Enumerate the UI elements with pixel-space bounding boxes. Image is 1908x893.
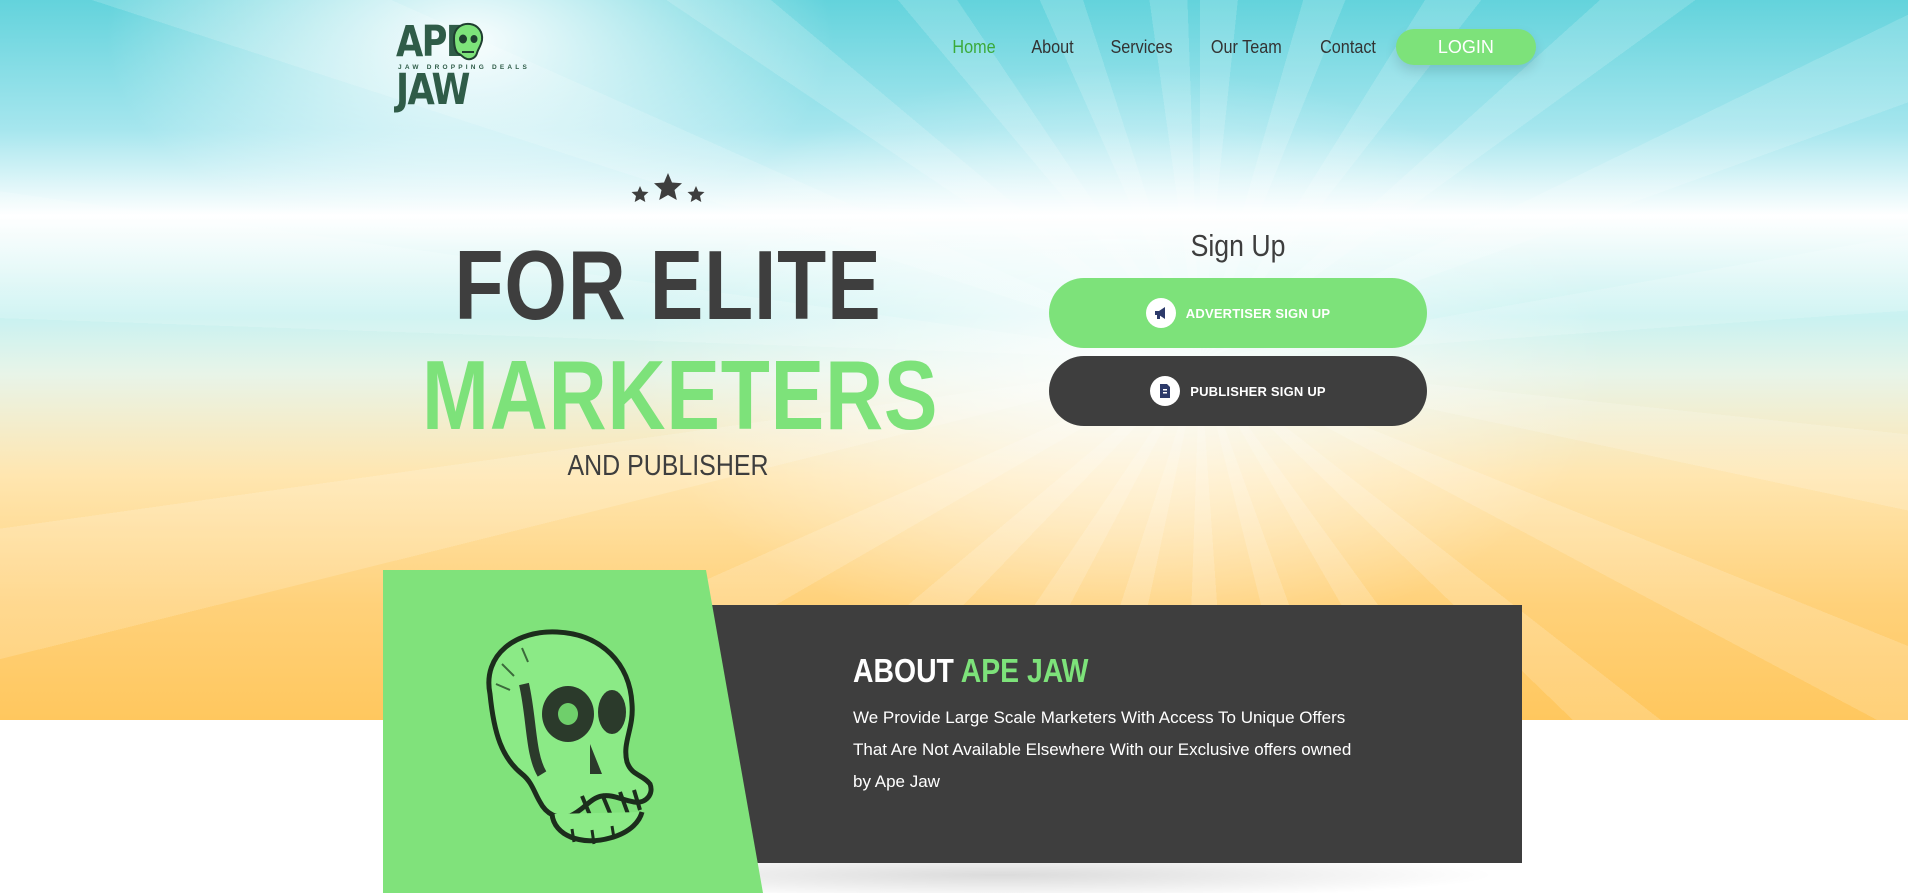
advertiser-signup-label: ADVERTISER SIGN UP — [1185, 305, 1331, 321]
nav-home[interactable]: Home — [952, 37, 995, 58]
hero-title-line2: MARKETERS — [422, 340, 939, 450]
logo[interactable]: APEJAW JAW DROPPING DEALS — [396, 18, 550, 114]
nav-our-team[interactable]: Our Team — [1211, 37, 1282, 58]
main-nav: Home About Services Our Team Contact LOG… — [950, 28, 1536, 66]
signup-title: Sign Up — [1190, 228, 1286, 263]
nav-contact[interactable]: Contact — [1320, 37, 1376, 58]
publisher-signup-button[interactable]: PUBLISHER SIGN UP — [1049, 356, 1427, 426]
document-icon — [1150, 376, 1181, 406]
about-heading-accent: APE JAW — [960, 652, 1089, 689]
logo-tagline: JAW DROPPING DEALS — [398, 64, 530, 71]
megaphone-icon — [1145, 298, 1176, 328]
login-button[interactable]: LOGIN — [1395, 29, 1536, 65]
skull-illustration-icon — [486, 629, 654, 845]
skull-logo-icon — [452, 22, 484, 61]
about-heading-prefix: ABOUT — [853, 652, 961, 689]
about-heading: ABOUT APE JAW — [853, 652, 1088, 690]
hero-title-line1: FOR ELITE — [454, 230, 882, 340]
hero-subtitle: AND PUBLISHER — [567, 450, 769, 482]
nav-about[interactable]: About — [1031, 37, 1073, 58]
nav-services[interactable]: Services — [1111, 37, 1173, 58]
stars-icon — [631, 173, 705, 202]
about-text: We Provide Large Scale Marketers With Ac… — [853, 708, 1352, 791]
advertiser-signup-button[interactable]: ADVERTISER SIGN UP — [1049, 278, 1427, 348]
publisher-signup-label: PUBLISHER SIGN UP — [1190, 383, 1326, 399]
